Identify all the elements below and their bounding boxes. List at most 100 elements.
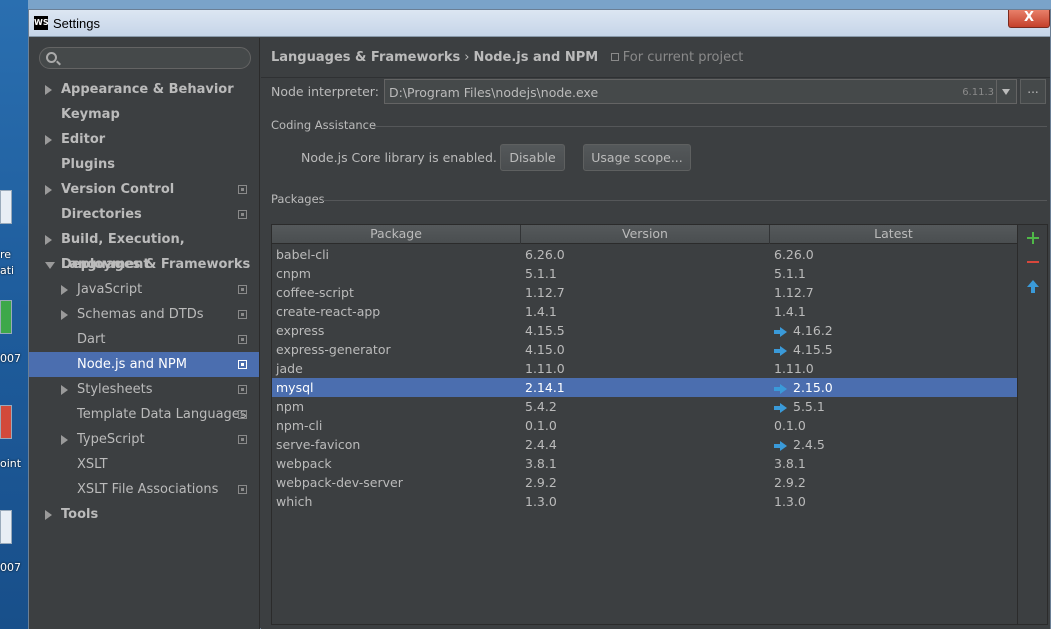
settings-sidebar: Appearance & Behavior Keymap Editor Plugins… bbox=[29, 38, 260, 629]
table-row[interactable]: webpack-dev-server 2.9.2 2.9.2 bbox=[272, 473, 1017, 492]
chevron-right-icon[interactable] bbox=[61, 310, 68, 320]
sidebar-item[interactable]: Keymap bbox=[29, 102, 259, 127]
table-row[interactable]: babel-cli 6.26.0 6.26.0 bbox=[272, 245, 1017, 264]
sidebar-item[interactable]: JavaScript bbox=[29, 277, 259, 302]
sidebar-item[interactable]: Stylesheets bbox=[29, 377, 259, 402]
sidebar-item[interactable]: Plugins bbox=[29, 152, 259, 177]
sidebar-item[interactable]: Build, Execution, Deployment bbox=[29, 227, 259, 272]
package-version-cell-text: 4.15.5 bbox=[525, 323, 565, 338]
package-version-cell-text: 2.9.2 bbox=[525, 475, 557, 490]
table-row[interactable]: create-react-app 1.4.1 1.4.1 bbox=[272, 302, 1017, 321]
powerpoint-icon[interactable] bbox=[0, 405, 12, 439]
chevron-right-icon[interactable] bbox=[45, 510, 52, 520]
sidebar-item[interactable]: Tools bbox=[29, 502, 259, 527]
disable-button[interactable]: Disable bbox=[500, 144, 565, 171]
table-row[interactable]: jade 1.11.0 1.11.0 bbox=[272, 359, 1017, 378]
column-header-latest[interactable]: Latest bbox=[770, 225, 1017, 244]
package-name-cell: npm bbox=[276, 397, 304, 416]
chevron-right-icon[interactable] bbox=[61, 285, 68, 295]
usage-scope-button[interactable]: Usage scope... bbox=[583, 144, 691, 171]
package-latest-cell: 3.8.1 bbox=[774, 454, 806, 473]
sidebar-item-label: Template Data Languages bbox=[77, 407, 247, 422]
package-name-cell: babel-cli bbox=[276, 245, 329, 264]
sidebar-item[interactable]: XSLT File Associations bbox=[29, 477, 259, 502]
table-header: Package Version Latest bbox=[272, 225, 1017, 244]
breadcrumb: Languages & Frameworks › Node.js and NPM F… bbox=[271, 50, 743, 65]
scope-indicator: For current project bbox=[610, 50, 743, 65]
sidebar-item-label: JavaScript bbox=[77, 282, 143, 297]
package-latest-cell-text: 1.3.0 bbox=[774, 494, 806, 509]
remove-icon[interactable] bbox=[1026, 255, 1040, 269]
column-header-package[interactable]: Package bbox=[272, 225, 521, 244]
upgrade-icon[interactable] bbox=[1026, 280, 1040, 294]
sidebar-item-label: Schemas and DTDs bbox=[77, 307, 204, 322]
package-version-cell-text: 5.4.2 bbox=[525, 399, 557, 414]
add-icon[interactable] bbox=[1026, 231, 1040, 245]
close-button[interactable]: X bbox=[1008, 10, 1050, 28]
settings-window: WS Settings X Appearance & Behavior Keyma… bbox=[28, 9, 1051, 629]
project-scope-icon bbox=[238, 185, 247, 194]
package-name-cell: express-generator bbox=[276, 340, 391, 359]
table-row[interactable]: which 1.3.0 1.3.0 bbox=[272, 492, 1017, 511]
table-row[interactable]: express 4.15.5 4.16.2 bbox=[272, 321, 1017, 340]
project-scope-icon bbox=[238, 410, 247, 419]
package-name-cell-text: which bbox=[276, 494, 313, 509]
sidebar-item[interactable]: Dart bbox=[29, 327, 259, 352]
table-row[interactable]: serve-favicon 2.4.4 2.4.5 bbox=[272, 435, 1017, 454]
chevron-right-icon[interactable] bbox=[61, 385, 68, 395]
package-version-cell: 2.9.2 bbox=[525, 473, 557, 492]
table-row[interactable]: mysql 2.14.1 2.15.0 bbox=[272, 378, 1017, 397]
sidebar-item[interactable]: Editor bbox=[29, 127, 259, 152]
document-icon[interactable] bbox=[0, 510, 12, 544]
sidebar-item[interactable]: Languages & Frameworks bbox=[29, 252, 259, 277]
search-icon bbox=[46, 52, 57, 63]
chevron-down-icon[interactable] bbox=[45, 262, 55, 269]
sidebar-item[interactable]: Directories bbox=[29, 202, 259, 227]
package-toolbar bbox=[1018, 224, 1048, 625]
chevron-down-icon[interactable] bbox=[996, 80, 1016, 103]
package-version-cell: 6.26.0 bbox=[525, 245, 565, 264]
package-name-cell: mysql bbox=[276, 378, 314, 397]
excel-icon[interactable] bbox=[0, 300, 12, 334]
title-bar[interactable]: WS Settings X bbox=[29, 10, 1050, 37]
chevron-right-icon[interactable] bbox=[45, 235, 52, 245]
webstorm-logo-icon: WS bbox=[34, 16, 49, 30]
package-version-cell: 4.15.0 bbox=[525, 340, 565, 359]
table-row[interactable]: npm 5.4.2 5.5.1 bbox=[272, 397, 1017, 416]
interpreter-select[interactable]: D:\Program Files\nodejs\node.exe 6.11.3 bbox=[384, 79, 1017, 104]
desktop-shortcut-icon[interactable] bbox=[0, 190, 12, 224]
core-library-status: Node.js Core library is enabled. bbox=[301, 150, 497, 165]
project-scope-icon bbox=[238, 285, 247, 294]
sidebar-item[interactable]: Appearance & Behavior bbox=[29, 77, 259, 102]
chevron-right-icon[interactable] bbox=[45, 85, 52, 95]
sidebar-item[interactable]: Schemas and DTDs bbox=[29, 302, 259, 327]
package-version-cell-text: 1.3.0 bbox=[525, 494, 557, 509]
sidebar-item[interactable]: Version Control bbox=[29, 177, 259, 202]
sidebar-item[interactable]: Node.js and NPM bbox=[29, 352, 259, 377]
sidebar-item-label: Keymap bbox=[61, 107, 120, 122]
table-row[interactable]: express-generator 4.15.0 4.15.5 bbox=[272, 340, 1017, 359]
desktop-label: 007 bbox=[0, 352, 21, 365]
package-version-cell: 2.14.1 bbox=[525, 378, 565, 397]
table-row[interactable]: webpack 3.8.1 3.8.1 bbox=[272, 454, 1017, 473]
package-name-cell-text: babel-cli bbox=[276, 247, 330, 262]
search-input[interactable] bbox=[39, 47, 251, 69]
chevron-right-icon[interactable] bbox=[61, 435, 68, 445]
package-latest-cell-text: 2.9.2 bbox=[774, 475, 806, 490]
project-scope-icon bbox=[238, 310, 247, 319]
sidebar-item[interactable]: TypeScript bbox=[29, 427, 259, 452]
sidebar-item[interactable]: Template Data Languages bbox=[29, 402, 259, 427]
package-name-cell: npm-cli bbox=[276, 416, 322, 435]
sidebar-item-label: Languages & Frameworks bbox=[61, 257, 251, 272]
table-row[interactable]: npm-cli 0.1.0 0.1.0 bbox=[272, 416, 1017, 435]
package-name-cell: create-react-app bbox=[276, 302, 380, 321]
sidebar-item[interactable]: XSLT bbox=[29, 452, 259, 477]
table-row[interactable]: coffee-script 1.12.7 1.12.7 bbox=[272, 283, 1017, 302]
chevron-right-icon[interactable] bbox=[45, 185, 52, 195]
package-name-cell: jade bbox=[276, 359, 303, 378]
project-scope-icon bbox=[238, 435, 247, 444]
column-header-version[interactable]: Version bbox=[521, 225, 770, 244]
browse-button[interactable]: ... bbox=[1020, 79, 1046, 104]
chevron-right-icon[interactable] bbox=[45, 135, 52, 145]
table-row[interactable]: cnpm 5.1.1 5.1.1 bbox=[272, 264, 1017, 283]
